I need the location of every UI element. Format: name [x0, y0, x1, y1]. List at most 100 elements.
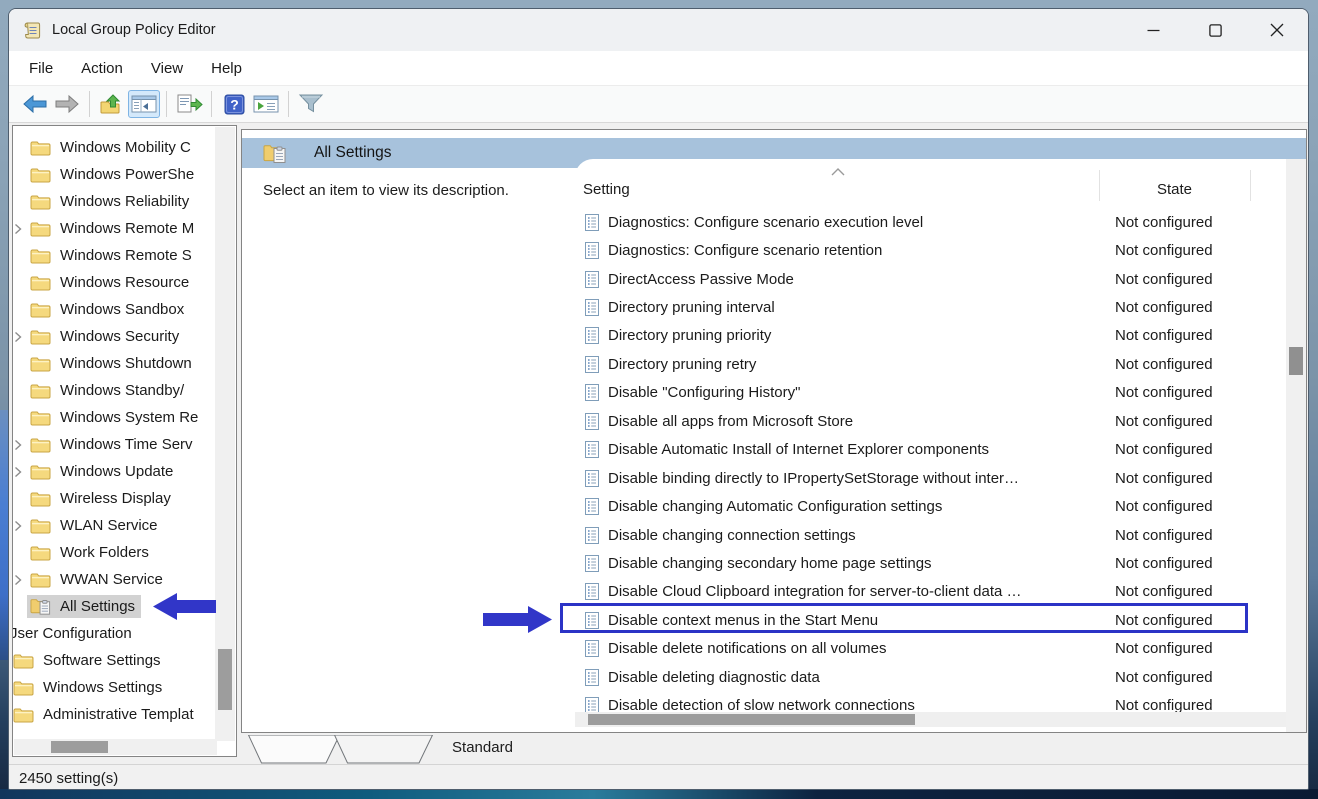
setting-row[interactable]: Diagnostics: Configure scenario retentio…: [575, 236, 1306, 264]
tree-vertical-scrollbar-thumb[interactable]: [218, 649, 232, 710]
tab-standard[interactable]: Standard: [334, 735, 433, 764]
show-action-pane-button[interactable]: [250, 90, 282, 118]
filter-button[interactable]: [295, 90, 327, 118]
setting-row[interactable]: Disable changing secondary home page set…: [575, 549, 1306, 577]
setting-row[interactable]: Directory pruning retryNot configured: [575, 350, 1306, 378]
setting-row[interactable]: Disable all apps from Microsoft StoreNot…: [575, 407, 1306, 435]
tree-item-label: Work Folders: [60, 544, 149, 561]
status-bar: 2450 setting(s): [9, 764, 1308, 790]
status-text: 2450 setting(s): [19, 770, 118, 787]
tree-horizontal-scrollbar[interactable]: [14, 739, 217, 755]
column-divider[interactable]: [1099, 170, 1100, 201]
policy-setting-icon: [585, 640, 599, 657]
chevron-right-icon[interactable]: [14, 331, 27, 343]
forward-arrow-icon: [54, 94, 80, 114]
sort-ascending-icon[interactable]: [830, 167, 846, 177]
tree-item-windows-reliability[interactable]: Windows Reliability: [13, 188, 216, 215]
tree-item-windows-time-serv[interactable]: Windows Time Serv: [13, 431, 216, 458]
tree-item-software-settings[interactable]: Software Settings: [13, 647, 216, 674]
tree-item-work-folders[interactable]: Work Folders: [13, 539, 216, 566]
tree-item-windows-update[interactable]: Windows Update: [13, 458, 216, 485]
tree-item-label: Windows Mobility C: [60, 139, 191, 156]
folder-icon: [30, 167, 52, 183]
tree-item-windows-resource[interactable]: Windows Resource: [13, 269, 216, 296]
export-list-button[interactable]: [173, 90, 205, 118]
folder-icon: [13, 653, 35, 669]
list-horizontal-scrollbar[interactable]: [575, 712, 1306, 727]
list-vertical-scrollbar-thumb[interactable]: [1289, 347, 1303, 375]
tree-item-jser-configuration[interactable]: Jser Configuration: [13, 620, 216, 647]
back-button[interactable]: [19, 90, 51, 118]
menu-help[interactable]: Help: [197, 60, 256, 77]
menu-file[interactable]: File: [15, 60, 67, 77]
setting-row[interactable]: Directory pruning priorityNot configured: [575, 322, 1306, 350]
setting-row[interactable]: Disable changing connection settingsNot …: [575, 521, 1306, 549]
setting-name: Disable detection of slow network connec…: [608, 697, 915, 712]
list-horizontal-scrollbar-thumb[interactable]: [588, 714, 915, 725]
menu-action[interactable]: Action: [67, 60, 137, 77]
chevron-right-icon[interactable]: [14, 466, 27, 478]
setting-row[interactable]: Disable detection of slow network connec…: [575, 691, 1306, 712]
up-one-level-button[interactable]: [96, 90, 128, 118]
tree-item-windows-settings[interactable]: Windows Settings: [13, 674, 216, 701]
setting-row[interactable]: Disable Cloud Clipboard integration for …: [575, 578, 1306, 606]
setting-name: Disable "Configuring History": [608, 384, 800, 401]
setting-row[interactable]: Disable "Configuring History"Not configu…: [575, 379, 1306, 407]
column-header-state[interactable]: State: [1099, 181, 1250, 198]
folder-icon: [13, 680, 35, 696]
tree-item-wlan-service[interactable]: WLAN Service: [13, 512, 216, 539]
tree-item-windows-shutdown[interactable]: Windows Shutdown: [13, 350, 216, 377]
tree-item-windows-system-re[interactable]: Windows System Re: [13, 404, 216, 431]
tree-item-label: Windows Settings: [43, 679, 162, 696]
setting-state: Not configured: [1115, 527, 1213, 544]
tree-item-wwan-service[interactable]: WWAN Service: [13, 566, 216, 593]
minimize-button[interactable]: [1122, 9, 1184, 51]
setting-row[interactable]: Diagnostics: Configure scenario executio…: [575, 208, 1306, 236]
setting-row[interactable]: Disable changing Automatic Configuration…: [575, 492, 1306, 520]
chevron-right-icon[interactable]: [14, 574, 27, 586]
policy-setting-icon: [585, 583, 599, 600]
tree-item-windows-sandbox[interactable]: Windows Sandbox: [13, 296, 216, 323]
tree-item-windows-remote-m[interactable]: Windows Remote M: [13, 215, 216, 242]
maximize-button[interactable]: [1184, 9, 1246, 51]
tree-item-label: WLAN Service: [60, 517, 158, 534]
setting-row[interactable]: Disable delete notifications on all volu…: [575, 635, 1306, 663]
tree-item-wireless-display[interactable]: Wireless Display: [13, 485, 216, 512]
folder-icon: [30, 140, 52, 156]
setting-row[interactable]: DirectAccess Passive ModeNot configured: [575, 265, 1306, 293]
forward-button[interactable]: [51, 90, 83, 118]
tree-vertical-scrollbar[interactable]: [215, 127, 235, 741]
chevron-right-icon[interactable]: [14, 223, 27, 235]
chevron-right-icon[interactable]: [14, 439, 27, 451]
tree-item-administrative-templat[interactable]: Administrative Templat: [13, 701, 216, 728]
setting-name: DirectAccess Passive Mode: [608, 271, 794, 288]
tree-item-windows-security[interactable]: Windows Security: [13, 323, 216, 350]
chevron-right-icon[interactable]: [14, 520, 27, 532]
policy-setting-icon: [585, 356, 599, 373]
close-button[interactable]: [1246, 9, 1308, 51]
back-arrow-icon: [22, 94, 48, 114]
column-header-setting[interactable]: Setting: [583, 181, 630, 198]
setting-state: Not configured: [1115, 299, 1213, 316]
list-vertical-scrollbar[interactable]: [1286, 159, 1306, 732]
tree-horizontal-scrollbar-thumb[interactable]: [51, 741, 108, 753]
tree-item-windows-mobility-c[interactable]: Windows Mobility C: [13, 134, 216, 161]
setting-row[interactable]: Disable deleting diagnostic dataNot conf…: [575, 663, 1306, 691]
toolbar: ?: [9, 85, 1308, 123]
help-icon: ?: [224, 94, 245, 115]
setting-state: Not configured: [1115, 214, 1213, 231]
menu-view[interactable]: View: [137, 60, 197, 77]
tree-item-windows-remote-s[interactable]: Windows Remote S: [13, 242, 216, 269]
tree-item-windows-standby-[interactable]: Windows Standby/: [13, 377, 216, 404]
filter-funnel-icon: [298, 93, 324, 115]
setting-row[interactable]: Disable Automatic Install of Internet Ex…: [575, 436, 1306, 464]
setting-row[interactable]: Directory pruning intervalNot configured: [575, 293, 1306, 321]
tab-extended[interactable]: Extended: [248, 735, 340, 764]
setting-row[interactable]: Disable binding directly to IPropertySet…: [575, 464, 1306, 492]
show-console-tree-button[interactable]: [128, 90, 160, 118]
column-divider[interactable]: [1250, 170, 1251, 201]
help-button[interactable]: ?: [218, 90, 250, 118]
setting-name: Disable changing secondary home page set…: [608, 555, 932, 572]
tree-item-windows-powershe[interactable]: Windows PowerShe: [13, 161, 216, 188]
policy-setting-icon: [585, 669, 599, 686]
